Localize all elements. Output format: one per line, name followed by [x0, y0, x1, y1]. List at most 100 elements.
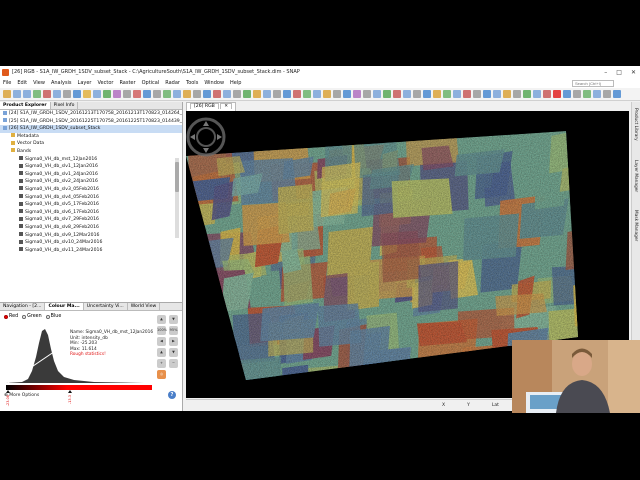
toolbar-tool-icon[interactable] — [43, 90, 51, 98]
toolbar-tool-icon[interactable] — [603, 90, 611, 98]
search-input[interactable] — [572, 80, 614, 87]
colour-tool-button[interactable]: − — [169, 359, 178, 368]
view-tab[interactable]: [26] RGB ✕ — [186, 102, 237, 111]
toolbar-tool-icon[interactable] — [193, 90, 201, 98]
toolbar-tool-icon[interactable] — [583, 90, 591, 98]
colour-tool-button[interactable]: ▼ — [169, 348, 178, 357]
toolbar-tool-icon[interactable] — [3, 90, 11, 98]
tab-uncertainty-visualisation[interactable]: Uncertainty Vi... — [84, 303, 128, 310]
toolbar-tool-icon[interactable] — [433, 90, 441, 98]
tree-band-item[interactable]: Sigma0_VH_db_slv6_17Feb2016 — [0, 209, 182, 217]
menu-tools[interactable]: Tools — [186, 79, 198, 88]
close-button[interactable]: ✕ — [631, 66, 636, 79]
toolbar-tool-icon[interactable] — [103, 90, 111, 98]
more-options-toggle[interactable]: ⊕ More Options — [4, 393, 39, 398]
menu-file[interactable]: File — [3, 79, 11, 88]
toolbar-tool-icon[interactable] — [73, 90, 81, 98]
toolbar-tool-icon[interactable] — [203, 90, 211, 98]
colour-tool-button[interactable]: ▲ — [157, 348, 166, 357]
colour-tool-button[interactable]: 95% — [169, 326, 178, 335]
toolbar-tool-icon[interactable] — [333, 90, 341, 98]
pan-left-icon[interactable] — [190, 134, 195, 140]
toolbar-tool-icon[interactable] — [613, 90, 621, 98]
colour-tool-button[interactable]: ◎ — [157, 370, 166, 379]
tab-product-explorer[interactable]: Product Explorer — [0, 102, 51, 109]
tree-band-item[interactable]: Sigma0_VH_db_slv2_24Jan2016 — [0, 178, 182, 186]
menu-help[interactable]: Help — [230, 79, 241, 88]
pan-right-icon[interactable] — [217, 134, 222, 140]
toolbar-tool-icon[interactable] — [343, 90, 351, 98]
tree-product-item[interactable]: [26] S1A_IW_GRDH_1SDV_subset_Stack — [0, 125, 182, 133]
toolbar-tool-icon[interactable] — [303, 90, 311, 98]
toolbar-tool-icon[interactable] — [353, 90, 361, 98]
navigation-compass[interactable] — [186, 117, 226, 157]
toolbar-tool-icon[interactable] — [473, 90, 481, 98]
tree-band-item[interactable]: Sigma0_VH_db_slv4_05Feb2016 — [0, 194, 182, 202]
colour-tool-button[interactable]: + — [157, 359, 166, 368]
colour-tool-button[interactable]: ▶ — [169, 337, 178, 346]
toolbar-tool-icon[interactable] — [443, 90, 451, 98]
menu-analysis[interactable]: Analysis — [51, 79, 72, 88]
toolbar-tool-icon[interactable] — [123, 90, 131, 98]
tree-product-item[interactable]: [25] S1A_IW_GRDH_1SDV_20161225T170758_20… — [0, 118, 182, 126]
colour-tool-button[interactable]: ▲ — [157, 315, 166, 324]
tree-band-item[interactable]: Sigma0_VH_db_slv7_29Feb2016 — [0, 216, 182, 224]
toolbar-tool-icon[interactable] — [483, 90, 491, 98]
layer-manager-tab[interactable]: Layer Manager — [633, 160, 638, 192]
toolbar-tool-icon[interactable] — [413, 90, 421, 98]
toolbar-tool-icon[interactable] — [573, 90, 581, 98]
tree-band-item[interactable]: Sigma0_VH_db_slv10_24Mar2016 — [0, 239, 182, 247]
tree-folder-item[interactable]: Bands — [0, 148, 182, 156]
toolbar-tool-icon[interactable] — [233, 90, 241, 98]
toolbar-tool-icon[interactable] — [523, 90, 531, 98]
tree-folder-item[interactable]: Vector Data — [0, 140, 182, 148]
toolbar-tool-icon[interactable] — [213, 90, 221, 98]
toolbar-tool-icon[interactable] — [383, 90, 391, 98]
toolbar-tool-icon[interactable] — [293, 90, 301, 98]
minimize-button[interactable]: – — [604, 66, 607, 79]
tree-band-item[interactable]: Sigma0_VH_db_mst_12Jan2016 — [0, 156, 182, 164]
tree-product-item[interactable]: [24] S1A_IW_GRDH_1SDV_20161213T170758_20… — [0, 110, 182, 118]
toolbar-tool-icon[interactable] — [33, 90, 41, 98]
toolbar-tool-icon[interactable] — [593, 90, 601, 98]
colour-tool-button[interactable]: ◀ — [157, 337, 166, 346]
menu-view[interactable]: View — [33, 79, 45, 88]
pan-down-icon[interactable] — [203, 148, 209, 153]
toolbar-tool-icon[interactable] — [173, 90, 181, 98]
colour-tool-button[interactable]: 100% — [157, 326, 167, 335]
tab-pixel-info[interactable]: Pixel Info — [51, 102, 79, 109]
menu-raster[interactable]: Raster — [119, 79, 135, 88]
radio-green[interactable]: Green — [22, 314, 42, 319]
toolbar-tool-icon[interactable] — [313, 90, 321, 98]
tree-band-item[interactable]: Sigma0_VH_db_slv8_29Feb2016 — [0, 224, 182, 232]
toolbar-tool-icon[interactable] — [263, 90, 271, 98]
toolbar-tool-icon[interactable] — [243, 90, 251, 98]
menu-radar[interactable]: Radar — [165, 79, 180, 88]
pan-up-icon[interactable] — [203, 121, 209, 126]
toolbar-tool-icon[interactable] — [63, 90, 71, 98]
toolbar-tool-icon[interactable] — [53, 90, 61, 98]
toolbar-tool-icon[interactable] — [223, 90, 231, 98]
toolbar-tool-icon[interactable] — [373, 90, 381, 98]
maximize-button[interactable]: □ — [616, 66, 622, 79]
view-tab-close-icon[interactable]: ✕ — [220, 103, 233, 109]
tree-band-item[interactable]: Sigma0_VH_db_slv1_24Jan2016 — [0, 171, 182, 179]
product-library-tab[interactable]: Product Library — [633, 108, 638, 141]
toolbar-tool-icon[interactable] — [543, 90, 551, 98]
menu-optical[interactable]: Optical — [142, 79, 160, 88]
toolbar-tool-icon[interactable] — [553, 90, 561, 98]
toolbar-tool-icon[interactable] — [113, 90, 121, 98]
tree-band-item[interactable]: Sigma0_VH_db_slv9_12Mar2016 — [0, 232, 182, 240]
toolbar-tool-icon[interactable] — [563, 90, 571, 98]
radio-blue[interactable]: Blue — [45, 314, 61, 319]
toolbar-tool-icon[interactable] — [323, 90, 331, 98]
toolbar-tool-icon[interactable] — [183, 90, 191, 98]
toolbar-tool-icon[interactable] — [93, 90, 101, 98]
tree-scrollbar-thumb[interactable] — [175, 162, 179, 192]
menu-window[interactable]: Window — [204, 79, 224, 88]
toolbar-tool-icon[interactable] — [143, 90, 151, 98]
menu-vector[interactable]: Vector — [98, 79, 114, 88]
tree-band-item[interactable]: Sigma0_VH_db_slv1_12Jan2016 — [0, 163, 182, 171]
tab-colour-manipulation[interactable]: Colour Ma... — [45, 303, 84, 310]
menu-layer[interactable]: Layer — [78, 79, 92, 88]
